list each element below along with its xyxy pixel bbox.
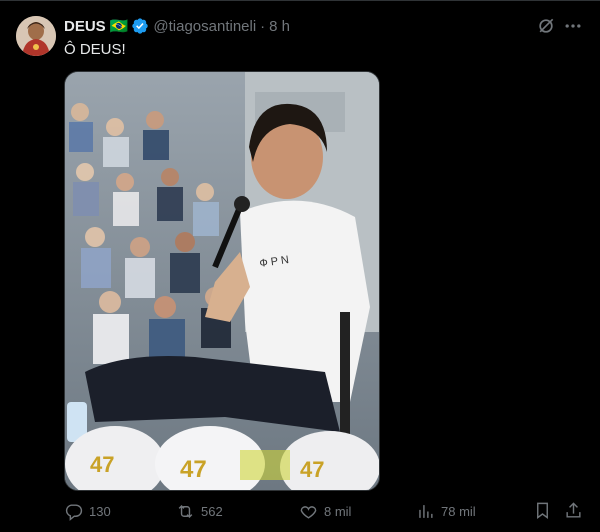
views-chart-icon (419, 504, 433, 518)
verified-badge-icon[interactable] (131, 17, 149, 35)
cap-number-2: 47 (180, 456, 207, 483)
repost-icon (178, 504, 193, 518)
post-header: DEUS 🇧🇷 @tiagosantineli · 8 h (64, 16, 290, 36)
share-icon[interactable] (564, 501, 583, 520)
flag-emoji: 🇧🇷 (109, 18, 129, 35)
avatar-image (16, 16, 56, 56)
repost-count: 562 (201, 503, 223, 519)
heart-icon (300, 505, 317, 519)
post-text: Ô DEUS! (64, 41, 126, 58)
reply-count: 130 (89, 503, 111, 519)
avatar[interactable] (16, 16, 56, 56)
bookmark-icon[interactable] (533, 501, 552, 520)
photo-illustration: Ф P N 47 47 47 (65, 72, 379, 490)
separator-dot: · (260, 17, 266, 35)
reply-button[interactable]: 130 (64, 500, 111, 522)
reply-icon (65, 503, 83, 521)
repost-button[interactable]: 562 (176, 500, 223, 522)
like-button[interactable]: 8 mil (299, 500, 351, 522)
post-image[interactable]: Ф P N 47 47 47 (64, 71, 380, 491)
action-bar: 130 562 8 mil 78 mil (64, 500, 584, 522)
grok-icon[interactable] (536, 16, 556, 36)
handle[interactable]: @tiagosantineli (153, 18, 256, 35)
display-name[interactable]: DEUS (64, 18, 106, 35)
more-icon[interactable] (562, 16, 584, 36)
cap-number-1: 47 (90, 452, 114, 477)
top-divider (0, 0, 600, 1)
cap-number-3: 47 (300, 457, 324, 482)
timestamp[interactable]: 8 h (269, 18, 290, 35)
like-count: 8 mil (324, 503, 352, 519)
views-count: 78 mil (441, 503, 476, 519)
views-button[interactable]: 78 mil (416, 500, 476, 522)
